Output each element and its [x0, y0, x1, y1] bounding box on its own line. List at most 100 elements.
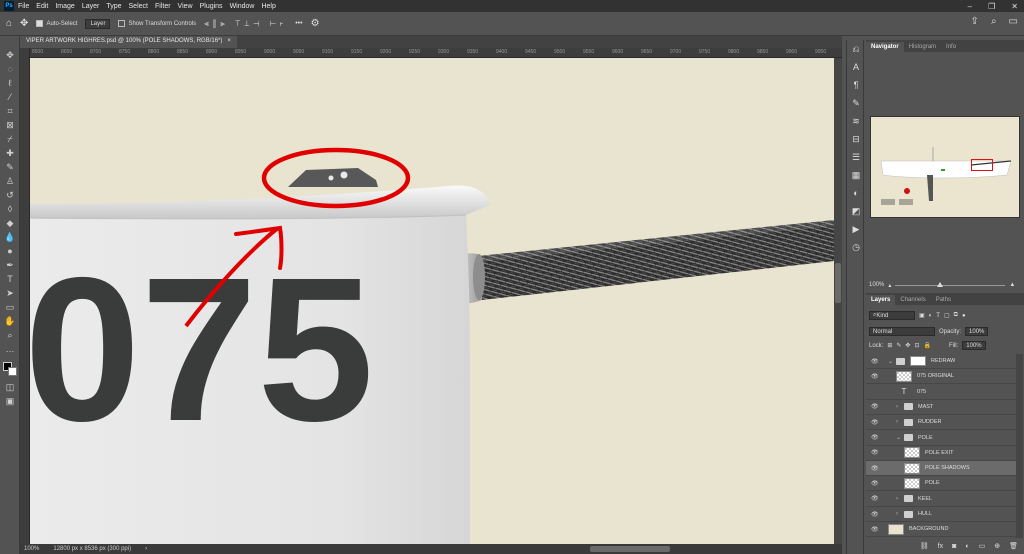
link-icon[interactable]: ⛓	[920, 542, 929, 550]
path-select-icon[interactable]: ➤	[0, 286, 20, 300]
blur-icon[interactable]: 💧	[0, 230, 20, 244]
zoom-icon[interactable]: ⌕	[0, 328, 20, 342]
fill-input[interactable]: 100%	[962, 341, 986, 350]
visibility-eye-icon[interactable]: 👁	[871, 495, 879, 502]
color-swatches[interactable]	[0, 356, 19, 380]
eraser-icon[interactable]: ◊	[0, 202, 20, 216]
fx-icon[interactable]: fx	[938, 543, 943, 550]
visibility-eye-icon[interactable]: 👁	[871, 434, 879, 441]
layer-row[interactable]: 👁 › HULL	[866, 507, 1016, 522]
move-icon[interactable]: ✥	[0, 48, 20, 62]
brushes-icon[interactable]: ✎	[847, 94, 865, 112]
tab-navigator[interactable]: Navigator	[866, 42, 904, 52]
layer-row[interactable]: 👁 ⌄ POLE	[866, 431, 1016, 446]
close-tab-icon[interactable]: ×	[227, 38, 231, 46]
vertical-scroll-thumb[interactable]	[835, 263, 841, 303]
search-icon[interactable]: ⌕	[991, 16, 997, 27]
visibility-eye-icon[interactable]: 👁	[871, 465, 879, 472]
lock-artboard-icon[interactable]: ⊡	[914, 342, 919, 349]
vertical-scrollbar[interactable]	[834, 58, 842, 544]
document-tab[interactable]: VIPER ARTWORK HIGHRES.psd @ 100% (POLE S…	[20, 36, 237, 48]
blend-mode-select[interactable]: Normal	[869, 327, 935, 336]
hand-icon[interactable]: ✋	[0, 314, 20, 328]
lasso-icon[interactable]: ℓ	[0, 76, 20, 90]
visibility-eye-icon[interactable]: 👁	[871, 373, 879, 380]
crop-icon[interactable]: ⌗	[0, 104, 20, 118]
menu-layer[interactable]: Layer	[82, 3, 100, 10]
layers-scrollbar[interactable]	[1016, 354, 1023, 538]
filter-shape-icon[interactable]: ▢	[944, 312, 950, 319]
navigator-zoom-value[interactable]: 100%	[869, 282, 884, 288]
opacity-input[interactable]: 100%	[965, 327, 989, 336]
pen-icon[interactable]: ✒	[0, 258, 20, 272]
layer-row[interactable]: 👁 › MAST	[866, 400, 1016, 415]
visibility-eye-icon[interactable]: 👁	[871, 480, 879, 487]
trash-icon[interactable]: 🗑	[1009, 542, 1018, 550]
zoom-in-icon[interactable]: ▲	[1009, 282, 1015, 288]
tab-histogram[interactable]: Histogram	[904, 42, 941, 52]
menu-plugins[interactable]: Plugins	[200, 3, 223, 10]
marquee-icon[interactable]: ◌	[0, 62, 20, 76]
tab-channels[interactable]: Channels	[895, 295, 930, 305]
menu-file[interactable]: File	[18, 3, 29, 10]
properties-icon[interactable]: ☰	[847, 148, 865, 166]
visibility-eye-icon[interactable]: 👁	[871, 358, 879, 365]
filter-smart-icon[interactable]: ⧉	[954, 312, 958, 319]
horizontal-scroll-thumb[interactable]	[590, 546, 670, 552]
swatches-icon[interactable]: ▦	[847, 166, 865, 184]
lock-pixels-icon[interactable]: ⊞	[887, 342, 892, 349]
move-tool-icon[interactable]: ✥	[20, 18, 28, 29]
stamp-icon[interactable]: ♙	[0, 174, 20, 188]
navigator-view-box[interactable]	[971, 159, 993, 171]
lock-all-icon[interactable]: 🔒	[923, 342, 930, 349]
layer-row[interactable]: 👁 075 ORIGINAL	[866, 369, 1016, 385]
layer-row[interactable]: 👁 POLE SHADOWS	[866, 461, 1016, 477]
more-tools-icon[interactable]: …	[0, 342, 20, 356]
filter-pixel-icon[interactable]: ▣	[919, 312, 925, 319]
layer-row[interactable]: 👁 POLE EXIT	[866, 446, 1016, 461]
frame-icon[interactable]: ⊠	[0, 118, 20, 132]
expand-chevron-icon[interactable]: ›	[896, 419, 904, 425]
zoom-out-icon[interactable]: ▴	[888, 282, 891, 289]
tab-layers[interactable]: Layers	[866, 295, 896, 305]
filter-type-icon[interactable]: T	[936, 313, 940, 319]
screen-mode-icon[interactable]: ▣	[0, 394, 20, 408]
menu-window[interactable]: Window	[230, 3, 255, 10]
visibility-eye-icon[interactable]: 👁	[871, 403, 879, 410]
visibility-eye-icon[interactable]: 👁	[871, 419, 879, 426]
more-options-button[interactable]: •••	[295, 20, 302, 27]
menu-select[interactable]: Select	[129, 3, 148, 10]
document-canvas[interactable]: 075	[30, 58, 834, 544]
menu-view[interactable]: View	[178, 3, 193, 10]
share-icon[interactable]: ⇪	[971, 16, 979, 27]
eyedropper-icon[interactable]: ⌿	[0, 132, 20, 146]
menu-filter[interactable]: Filter	[155, 3, 171, 10]
workspace-icon[interactable]: ▭	[1009, 16, 1018, 27]
layer-mode-select[interactable]: Layer	[85, 18, 111, 29]
home-icon[interactable]: ⌂	[6, 18, 12, 29]
visibility-eye-icon[interactable]: 👁	[871, 526, 879, 533]
status-zoom[interactable]: 100%	[24, 546, 39, 552]
expand-chevron-icon[interactable]: ›	[896, 511, 904, 517]
adjustment-layer-icon[interactable]: ◐	[965, 543, 969, 550]
history-brush-icon[interactable]: ↺	[0, 188, 20, 202]
layer-row[interactable]: 👁 › RUDDER	[866, 415, 1016, 431]
timeline-icon[interactable]: ◷	[847, 238, 865, 256]
layer-mask-thumbnail[interactable]	[910, 356, 926, 366]
layer-row[interactable]: 👁 › KEEL	[866, 492, 1016, 507]
menu-edit[interactable]: Edit	[36, 3, 48, 10]
expand-chevron-icon[interactable]: ›	[896, 404, 904, 410]
tab-paths[interactable]: Paths	[931, 295, 956, 305]
actions-icon[interactable]: ▶	[847, 220, 865, 238]
layer-row[interactable]: 👁 POLE	[866, 476, 1016, 492]
magic-wand-icon[interactable]: ⁄	[0, 90, 20, 104]
color-icon[interactable]: ◐	[847, 184, 865, 202]
healing-icon[interactable]: ✚	[0, 146, 20, 160]
menu-image[interactable]: Image	[55, 3, 74, 10]
auto-select-checkbox[interactable]: Auto-Select	[36, 19, 77, 27]
menu-type[interactable]: Type	[106, 3, 121, 10]
lock-move-icon[interactable]: ✥	[905, 342, 910, 349]
lock-paint-icon[interactable]: ✎	[896, 342, 901, 349]
layer-row[interactable]: 👁 ⌄ REDRAW	[866, 354, 1016, 369]
visibility-eye-icon[interactable]: 👁	[871, 511, 879, 518]
